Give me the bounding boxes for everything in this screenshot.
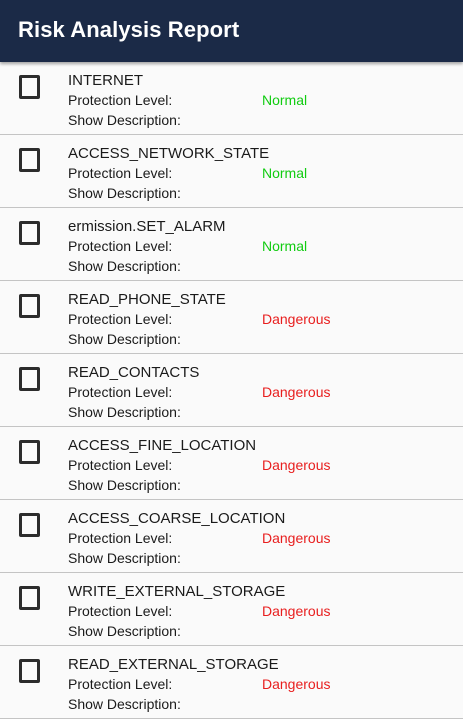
protection-level-label: Protection Level:	[68, 238, 173, 254]
show-description-link[interactable]: Show Description:	[68, 331, 181, 347]
list-item: WRITE_EXTERNAL_STORAGE Protection Level:…	[0, 573, 463, 646]
list-item: READ_PHONE_STATE Protection Level: Dange…	[0, 281, 463, 354]
show-description-link[interactable]: Show Description:	[68, 112, 181, 128]
list-item: ACCESS_NETWORK_STATE Protection Level: N…	[0, 135, 463, 208]
permission-checkbox[interactable]	[19, 75, 40, 99]
permission-name: ACCESS_NETWORK_STATE	[68, 145, 270, 162]
list-item: READ_CONTACTS Protection Level: Dangerou…	[0, 354, 463, 427]
protection-level-label: Protection Level:	[68, 384, 173, 400]
protection-level-value: Dangerous	[262, 457, 331, 473]
show-description-link[interactable]: Show Description:	[68, 404, 181, 420]
protection-level-label: Protection Level:	[68, 530, 173, 546]
show-description-link[interactable]: Show Description:	[68, 623, 181, 639]
show-description-link[interactable]: Show Description:	[68, 696, 181, 712]
show-description-link[interactable]: Show Description:	[68, 477, 181, 493]
protection-level-label: Protection Level:	[68, 603, 173, 619]
permission-checkbox[interactable]	[19, 586, 40, 610]
protection-level-label: Protection Level:	[68, 676, 173, 692]
page-title: Risk Analysis Report	[18, 17, 240, 42]
show-description-link[interactable]: Show Description:	[68, 185, 181, 201]
protection-level-value: Normal	[262, 165, 308, 181]
show-description-link[interactable]: Show Description:	[68, 258, 181, 274]
protection-level-value: Dangerous	[262, 530, 331, 546]
protection-level-label: Protection Level:	[68, 165, 173, 181]
permission-name: ACCESS_FINE_LOCATION	[68, 437, 257, 454]
permission-checkbox[interactable]	[19, 148, 40, 172]
protection-level-value: Dangerous	[262, 676, 331, 692]
permission-checkbox[interactable]	[19, 221, 40, 245]
protection-level-label: Protection Level:	[68, 311, 173, 327]
list-item: ACCESS_FINE_LOCATION Protection Level: D…	[0, 427, 463, 500]
permission-name: INTERNET	[68, 72, 143, 89]
protection-level-value: Normal	[262, 238, 308, 254]
permission-checkbox[interactable]	[19, 440, 40, 464]
permission-name: READ_PHONE_STATE	[68, 291, 226, 308]
protection-level-label: Protection Level:	[68, 457, 173, 473]
permission-list: INTERNET Protection Level: Normal Show D…	[0, 62, 463, 719]
list-item: ermission.SET_ALARM Protection Level: No…	[0, 208, 463, 281]
permission-name: READ_CONTACTS	[68, 364, 200, 381]
permission-checkbox[interactable]	[19, 513, 40, 537]
permission-checkbox[interactable]	[19, 659, 40, 683]
permission-checkbox[interactable]	[19, 367, 40, 391]
protection-level-value: Dangerous	[262, 603, 331, 619]
list-item: READ_EXTERNAL_STORAGE Protection Level: …	[0, 646, 463, 719]
permission-checkbox[interactable]	[19, 294, 40, 318]
protection-level-value: Dangerous	[262, 311, 331, 327]
list-item: INTERNET Protection Level: Normal Show D…	[0, 62, 463, 135]
permission-name: ermission.SET_ALARM	[68, 218, 226, 235]
app-bar: Risk Analysis Report	[0, 0, 463, 62]
permission-name: ACCESS_COARSE_LOCATION	[68, 510, 286, 527]
permission-name: READ_EXTERNAL_STORAGE	[68, 656, 279, 673]
protection-level-value: Normal	[262, 92, 308, 108]
permission-name: WRITE_EXTERNAL_STORAGE	[68, 583, 286, 600]
list-item: ACCESS_COARSE_LOCATION Protection Level:…	[0, 500, 463, 573]
protection-level-label: Protection Level:	[68, 92, 173, 108]
protection-level-value: Dangerous	[262, 384, 331, 400]
show-description-link[interactable]: Show Description:	[68, 550, 181, 566]
